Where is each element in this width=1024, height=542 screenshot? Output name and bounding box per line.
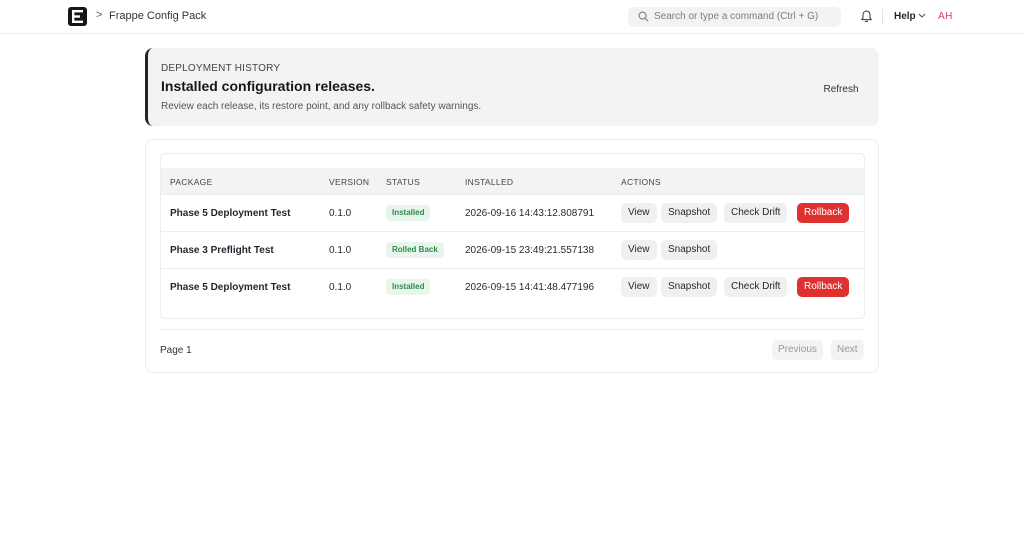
- navbar: > Frappe Config Pack Search or type a co…: [0, 0, 1024, 34]
- page-header-card: DEPLOYMENT HISTORY Installed configurati…: [145, 48, 879, 126]
- page-indicator: Page 1: [160, 345, 192, 356]
- table-row: Phase 5 Deployment Test 0.1.0 Installed …: [161, 268, 864, 305]
- snapshot-button[interactable]: Snapshot: [661, 240, 718, 260]
- package-version: 0.1.0: [329, 245, 352, 256]
- package-version: 0.1.0: [329, 282, 352, 293]
- snapshot-button[interactable]: Snapshot: [661, 277, 718, 297]
- status-badge: Installed: [386, 279, 431, 295]
- avatar[interactable]: AH: [938, 11, 953, 22]
- breadcrumb-separator: >: [96, 9, 103, 21]
- package-name: Phase 3 Preflight Test: [170, 245, 274, 256]
- installed-timestamp: 2026-09-15 23:49:21.557138: [465, 245, 595, 256]
- bell-icon[interactable]: [861, 10, 872, 23]
- releases-table: PACKAGE VERSION STATUS INSTALLED ACTIONS…: [160, 153, 865, 319]
- check-drift-button[interactable]: Check Drift: [724, 277, 788, 297]
- page-eyebrow: DEPLOYMENT HISTORY: [161, 63, 281, 74]
- installed-timestamp: 2026-09-15 14:41:48.477196: [465, 282, 595, 293]
- installed-timestamp: 2026-09-16 14:43:12.808791: [465, 208, 595, 219]
- package-name: Phase 5 Deployment Test: [170, 282, 291, 293]
- snapshot-button[interactable]: Snapshot: [661, 203, 718, 223]
- status-badge: Rolled Back: [386, 242, 444, 258]
- help-menu[interactable]: Help: [894, 11, 916, 22]
- navbar-divider: [882, 9, 883, 25]
- table-row: Phase 5 Deployment Test 0.1.0 Installed …: [161, 194, 864, 231]
- page-subtitle: Review each release, its restore point, …: [161, 101, 482, 112]
- check-drift-button[interactable]: Check Drift: [724, 203, 788, 223]
- header-status: STATUS: [386, 177, 421, 187]
- header-installed: INSTALLED: [465, 177, 514, 187]
- header-actions: ACTIONS: [621, 177, 661, 187]
- rollback-button[interactable]: Rollback: [797, 203, 850, 223]
- search-placeholder: Search or type a command (Ctrl + G): [654, 11, 819, 22]
- card-divider: [160, 329, 865, 330]
- breadcrumb-app[interactable]: Frappe Config Pack: [109, 10, 206, 22]
- search-bar[interactable]: Search or type a command (Ctrl + G): [628, 7, 841, 27]
- table-header: PACKAGE VERSION STATUS INSTALLED ACTIONS: [161, 168, 864, 194]
- chevron-down-icon[interactable]: [918, 13, 926, 19]
- rollback-button[interactable]: Rollback: [797, 277, 850, 297]
- next-page-button[interactable]: Next: [831, 340, 864, 360]
- view-button[interactable]: View: [621, 277, 657, 297]
- previous-page-button[interactable]: Previous: [772, 340, 823, 360]
- releases-card: PACKAGE VERSION STATUS INSTALLED ACTIONS…: [145, 139, 879, 373]
- view-button[interactable]: View: [621, 203, 657, 223]
- header-package: PACKAGE: [170, 177, 213, 187]
- page-title: Installed configuration releases.: [161, 78, 375, 94]
- status-badge: Installed: [386, 205, 431, 221]
- view-button[interactable]: View: [621, 240, 657, 260]
- header-version: VERSION: [329, 177, 370, 187]
- app-logo-icon[interactable]: [68, 7, 87, 26]
- package-name: Phase 5 Deployment Test: [170, 208, 291, 219]
- refresh-button[interactable]: Refresh: [814, 80, 868, 100]
- search-icon: [638, 11, 649, 22]
- package-version: 0.1.0: [329, 208, 352, 219]
- table-row: Phase 3 Preflight Test 0.1.0 Rolled Back…: [161, 231, 864, 268]
